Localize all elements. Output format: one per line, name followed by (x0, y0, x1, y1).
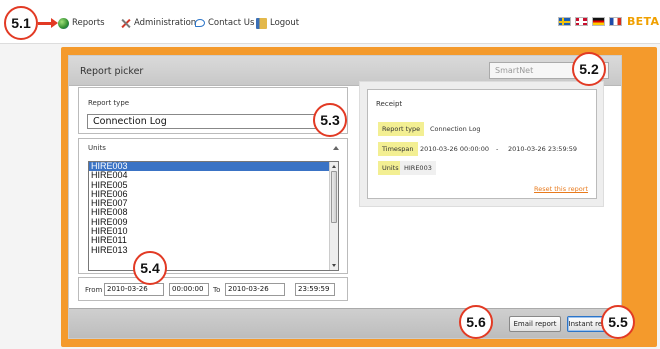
receipt-report-type-value: Connection Log (430, 125, 481, 133)
reset-report-link[interactable]: Reset this report (534, 185, 588, 193)
callout-5-1: 5.1 (4, 6, 38, 40)
panel-title: Report picker (80, 66, 144, 77)
top-navigation-bar: Reports Administration Contact Us Logout… (0, 0, 660, 44)
receipt-section: Receipt Report type Connection Log Times… (367, 89, 597, 199)
speech-bubble-icon (195, 19, 205, 27)
report-type-label: Report type (88, 99, 130, 107)
from-label: From (85, 286, 103, 294)
panel-footer: Email report Instant report (69, 308, 621, 338)
to-time-input[interactable]: 23:59:59 (295, 283, 335, 296)
sweden-flag-icon[interactable] (558, 17, 571, 26)
receipt-timespan-start: 2010-03-26 00:00:00 (420, 145, 490, 153)
callout-5-5: 5.5 (601, 305, 635, 339)
callout-5-3: 5.3 (313, 103, 347, 137)
callout-arrow-head (51, 18, 58, 28)
units-listbox[interactable]: HIRE003 HIRE004 HIRE005 HIRE006 HIRE007 … (88, 161, 339, 271)
receipt-timespan-label: Timespan (378, 142, 418, 156)
scroll-up-icon[interactable] (332, 165, 336, 168)
germany-flag-icon[interactable] (592, 17, 605, 26)
units-scrollbar[interactable] (329, 162, 338, 270)
to-label: To (213, 286, 221, 294)
nav-contact[interactable]: Contact Us (195, 16, 254, 30)
units-section: Units HIRE003 HIRE004 HIRE005 HIRE006 HI… (78, 138, 348, 274)
date-range-section: From 2010-03-26 00:00:00 To 2010-03-26 2… (78, 277, 348, 301)
scroll-down-icon[interactable] (332, 264, 336, 267)
nav-reports[interactable]: Reports (58, 16, 105, 30)
to-date-input[interactable]: 2010-03-26 (225, 283, 285, 296)
receipt-units-value: HIRE003 (400, 161, 436, 175)
logout-icon (256, 17, 267, 29)
nav-logout-label: Logout (270, 18, 300, 28)
beta-badge: BETA (627, 15, 660, 28)
callout-5-6: 5.6 (459, 305, 493, 339)
callout-5-4: 5.4 (133, 251, 167, 285)
from-time-input[interactable]: 00:00:00 (169, 283, 209, 296)
nav-administration[interactable]: Administration (120, 16, 196, 30)
receipt-report-type-label: Report type (378, 122, 425, 136)
nav-logout[interactable]: Logout (256, 16, 299, 30)
norway-flag-icon[interactable] (575, 17, 588, 26)
globe-icon (58, 17, 69, 29)
france-flag-icon[interactable] (609, 17, 622, 26)
report-type-select[interactable]: Connection Log (87, 114, 337, 129)
report-type-section: Report type Connection Log (78, 87, 348, 134)
nav-administration-label: Administration (134, 18, 197, 28)
receipt-timespan-end: 2010-03-26 23:59:59 (508, 145, 578, 153)
from-date-input[interactable]: 2010-03-26 (104, 283, 164, 296)
nav-contact-label: Contact Us (208, 18, 255, 28)
callout-arrow-shaft (38, 22, 52, 25)
nav-reports-label: Reports (72, 18, 105, 28)
email-report-button[interactable]: Email report (509, 316, 561, 332)
unit-item[interactable]: HIRE013 (89, 245, 338, 255)
receipt-title: Receipt (376, 100, 403, 108)
receipt-timespan-separator: - (496, 145, 499, 153)
scroll-thumb[interactable] (331, 171, 337, 223)
callout-5-2: 5.2 (572, 52, 606, 86)
collapse-arrow-icon[interactable] (333, 146, 339, 150)
tools-icon (120, 18, 131, 29)
units-label: Units (88, 144, 106, 152)
receipt-units-label: Units (378, 161, 403, 175)
